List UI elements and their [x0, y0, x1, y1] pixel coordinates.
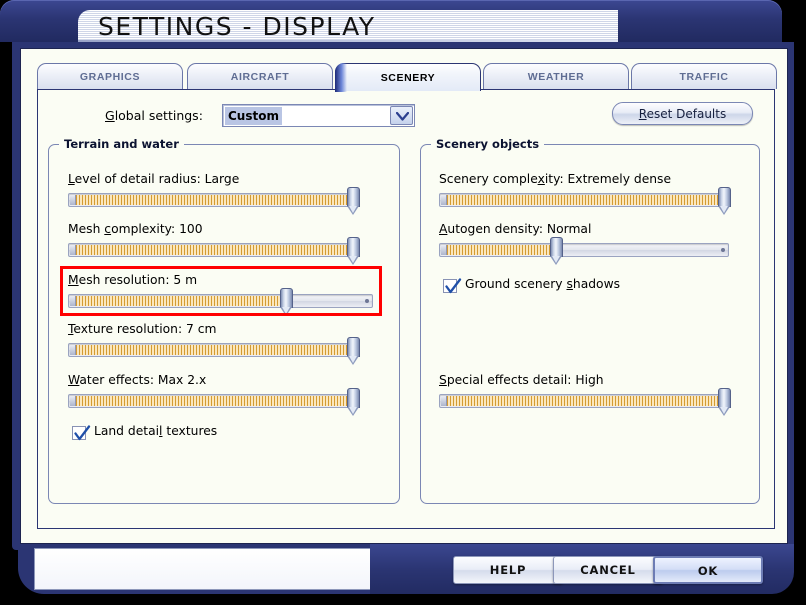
slider-thumb[interactable]	[347, 388, 360, 416]
checkbox-label-pre: Ground scenery	[465, 277, 567, 291]
slider-fill	[441, 195, 720, 205]
footer-right-frame: HELP CANCEL OK	[370, 544, 794, 594]
label-autogen-density-rest: utogen density: Normal	[447, 222, 592, 236]
slider-start-cap	[70, 195, 76, 205]
slider-autogen-density[interactable]	[439, 237, 729, 265]
checkbox-box[interactable]	[72, 425, 91, 441]
label-mesh-complexity-rest: omplexity: 100	[111, 222, 203, 236]
slider-fill	[441, 396, 720, 406]
slider-start-cap	[70, 345, 76, 355]
slider-water-effects[interactable]	[68, 388, 360, 416]
slider-thumb[interactable]	[718, 388, 731, 416]
slider-thumb[interactable]	[347, 237, 360, 265]
slider-scenery-complexity[interactable]	[439, 187, 731, 215]
slider-start-cap	[441, 396, 447, 406]
label-water-effects: Water effects: Max 2.x	[68, 373, 207, 387]
slider-thumb[interactable]	[718, 187, 731, 215]
slider-thumb[interactable]	[550, 237, 563, 265]
slider-start-cap	[70, 396, 76, 406]
slider-fill	[70, 396, 349, 406]
label-scenery-complexity-rest: ity: Extremely dense	[544, 172, 672, 186]
label-texture-resolution: Texture resolution: 7 cm	[68, 322, 217, 336]
label-mesh-resolution-rest: esh resolution: 5 m	[78, 273, 198, 287]
info-panel	[34, 548, 372, 590]
reset-defaults-label-rest: eset Defaults	[646, 107, 727, 121]
slider-fill	[70, 345, 349, 355]
group-scenery-legend: Scenery objects	[431, 137, 545, 151]
slider-fill	[70, 245, 349, 255]
slider-start-cap	[70, 296, 76, 306]
ok-button[interactable]: OK	[653, 556, 763, 584]
slider-level-of-detail-radius[interactable]	[68, 187, 360, 215]
settings-display-window: SETTINGS - DISPLAY GRAPHICS AIRCRAFT SCE…	[0, 0, 806, 605]
label-mesh-complexity: Mesh complexity: 100	[68, 222, 203, 236]
slider-thumb[interactable]	[347, 337, 360, 365]
slider-end-nub	[721, 248, 725, 252]
window-titlebar: SETTINGS - DISPLAY	[0, 0, 782, 43]
tab-weather[interactable]: WEATHER	[483, 63, 629, 89]
slider-fill	[70, 296, 280, 306]
slider-end-nub	[365, 299, 369, 303]
checkbox-box[interactable]	[443, 278, 462, 294]
help-button[interactable]: HELP	[453, 556, 563, 584]
slider-fill	[441, 245, 551, 255]
global-settings-label-rest: lobal settings:	[114, 108, 203, 123]
checkbox-label-rest: textures	[162, 424, 218, 438]
slider-fill	[70, 195, 349, 205]
slider-start-cap	[441, 195, 447, 205]
label-water-effects-rest: ater effects: Max 2.x	[79, 373, 207, 387]
slider-start-cap	[70, 245, 76, 255]
footer-left-frame	[18, 544, 378, 594]
label-mesh-resolution: Mesh resolution: 5 m	[68, 273, 198, 287]
checkbox-label-rest: hadows	[572, 277, 621, 291]
label-scenery-complexity: Scenery complexity: Extremely dense	[439, 172, 672, 186]
cancel-button[interactable]: CANCEL	[553, 556, 663, 584]
global-settings-dropdown[interactable]: Custom	[222, 104, 415, 127]
slider-mesh-complexity[interactable]	[68, 237, 360, 265]
slider-thumb[interactable]	[347, 187, 360, 215]
checkbox-label: Land detail textures	[94, 424, 218, 438]
global-settings-label: Global settings:	[105, 108, 203, 123]
slider-texture-resolution[interactable]	[68, 337, 360, 365]
tab-scenery[interactable]: SCENERY	[335, 63, 481, 92]
label-autogen-density: Autogen density: Normal	[439, 222, 592, 236]
label-level-of-detail-radius-rest: evel of detail radius: Large	[74, 172, 240, 186]
chevron-down-icon[interactable]	[390, 106, 413, 125]
checkmark-icon	[445, 278, 462, 294]
checkbox-label-pre: Land detai	[94, 424, 160, 438]
tab-traffic[interactable]: TRAFFIC	[631, 63, 777, 89]
label-scenery-complexity-pre: Scenery comple	[439, 172, 538, 186]
page-title: SETTINGS - DISPLAY	[98, 12, 376, 41]
label-special-effects-detail-rest: pecial effects detail: High	[446, 373, 604, 387]
global-settings-value: Custom	[225, 107, 282, 125]
slider-start-cap	[441, 245, 447, 255]
slider-mesh-resolution[interactable]	[68, 288, 373, 316]
label-level-of-detail-radius: Level of detail radius: Large	[68, 172, 240, 186]
tab-aircraft[interactable]: AIRCRAFT	[187, 63, 333, 89]
tab-graphics[interactable]: GRAPHICS	[37, 63, 183, 89]
checkmark-icon	[74, 425, 91, 441]
label-texture-resolution-rest: exture resolution: 7 cm	[73, 322, 217, 336]
checkbox-label: Ground scenery shadows	[465, 277, 621, 291]
label-special-effects-detail: Special effects detail: High	[439, 373, 604, 387]
slider-thumb[interactable]	[280, 288, 293, 316]
label-mesh-complexity-pre: Mesh	[68, 222, 105, 236]
tab-bar: GRAPHICS AIRCRAFT SCENERY WEATHER TRAFFI…	[37, 63, 777, 92]
slider-special-effects-detail[interactable]	[439, 388, 731, 416]
title-plate: SETTINGS - DISPLAY	[78, 10, 618, 43]
group-terrain-legend: Terrain and water	[59, 137, 184, 151]
reset-defaults-button[interactable]: Reset Defaults	[612, 102, 753, 125]
